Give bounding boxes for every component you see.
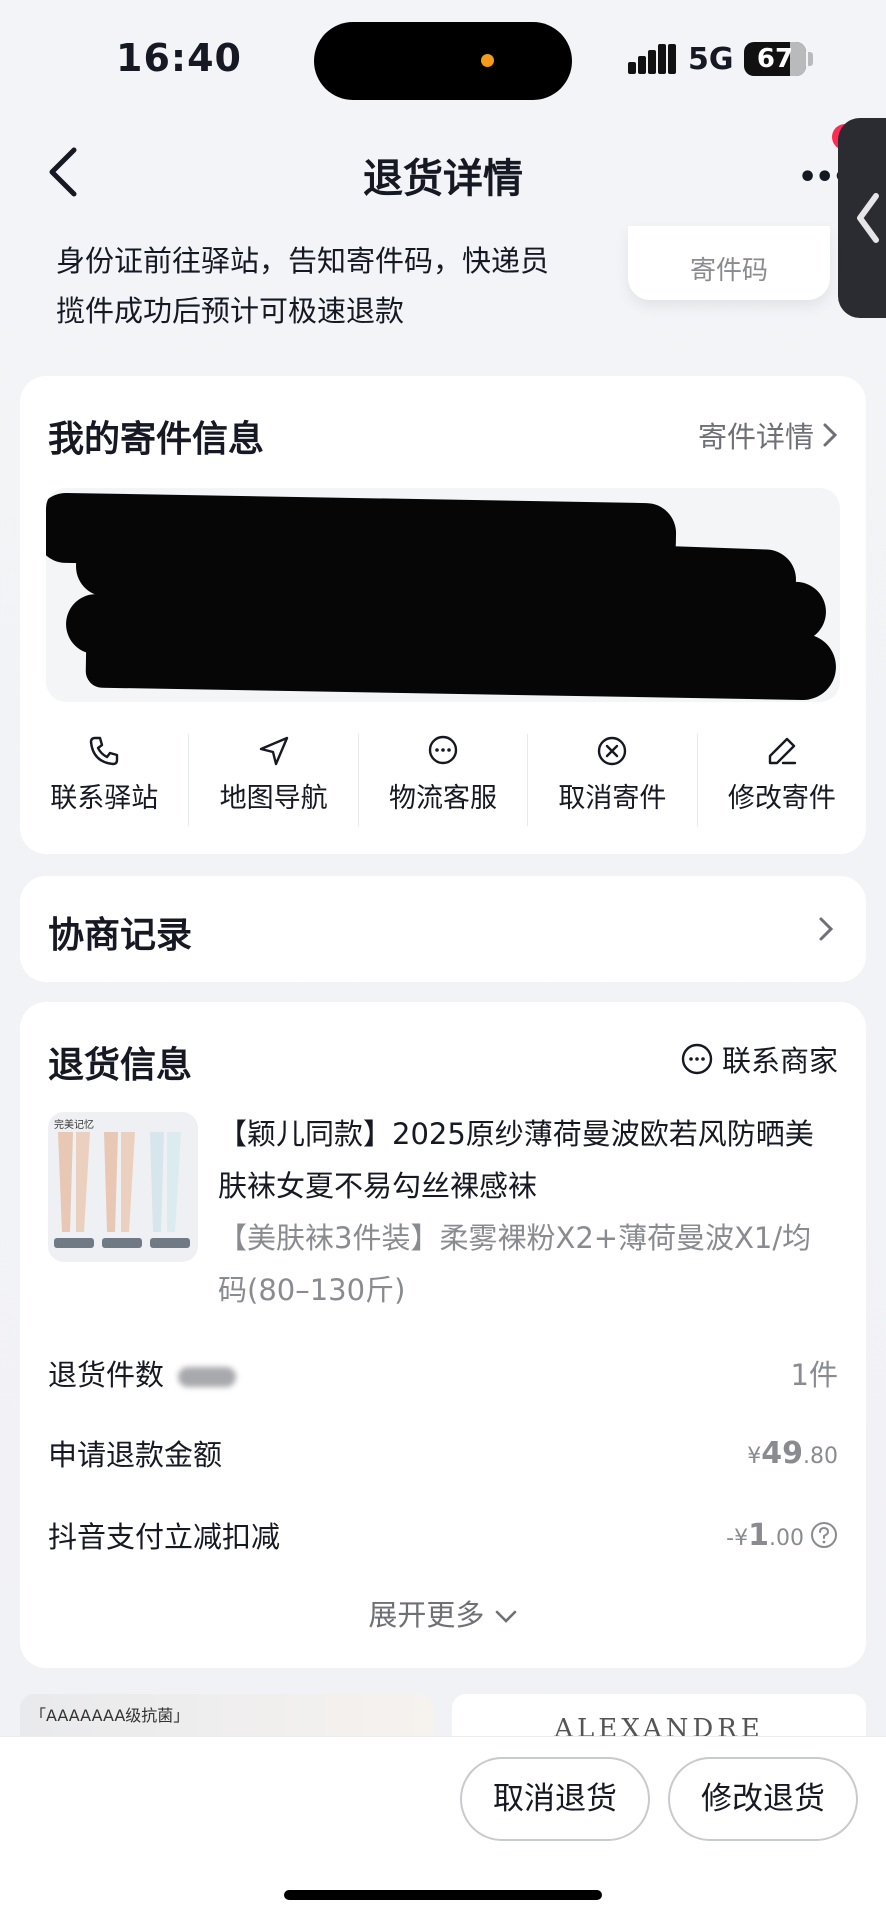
help-question-icon[interactable] bbox=[810, 1521, 838, 1549]
ad-left-text: 「AAAAAAA级抗菌」 bbox=[30, 1706, 190, 1725]
dynamic-island bbox=[314, 22, 572, 100]
side-collapse-tab[interactable] bbox=[838, 118, 886, 318]
shipping-info-title: 我的寄件信息 bbox=[48, 419, 265, 460]
pickup-notice-text: 身份证前往驿站，告知寄件码，快递员 揽件成功后预计可极速退款 bbox=[56, 236, 549, 336]
refund-amount-row: 申请退款金额 ¥49.80 bbox=[48, 1432, 838, 1474]
network-label: 5G bbox=[688, 42, 734, 77]
refund-amount-integer: 49 bbox=[761, 1435, 803, 1471]
payment-discount-value: -¥1.00 bbox=[726, 1518, 838, 1553]
chat-icon bbox=[428, 735, 458, 765]
return-quantity-value: 1件 bbox=[790, 1358, 838, 1392]
status-time: 16:40 bbox=[116, 36, 242, 80]
payment-discount-row: 抖音支付立减扣减 -¥1.00 bbox=[48, 1514, 838, 1556]
privacy-indicator-dot bbox=[481, 54, 494, 67]
pickup-code-button[interactable]: 寄件码 bbox=[628, 226, 830, 300]
return-quantity-row: 退货件数 1件 bbox=[48, 1352, 838, 1394]
pickup-notice-line2: 揽件成功后预计可极速退款 bbox=[56, 294, 405, 328]
action-logistics-service[interactable]: 物流客服 bbox=[357, 734, 527, 826]
product-image-brand: 完美记忆 bbox=[54, 1120, 94, 1131]
product-thumbnail[interactable]: 完美记忆 bbox=[48, 1112, 198, 1262]
action-edit-shipment[interactable]: 修改寄件 bbox=[696, 734, 866, 826]
return-info-title: 退货信息 bbox=[48, 1045, 193, 1086]
redacted-address-block bbox=[46, 488, 840, 702]
chat-icon bbox=[681, 1043, 713, 1075]
shipping-info-card: 我的寄件信息 寄件详情 联系驿站 地图导航 物流客服 取消寄件 修改寄件 bbox=[20, 376, 866, 854]
action-logistics-service-label: 物流客服 bbox=[389, 783, 498, 814]
product-sku: 【美肤袜3件装】柔雾裸粉X2+薄荷曼波X1/均码(80–130斤) bbox=[218, 1221, 812, 1307]
payment-discount-currency: ¥ bbox=[734, 1525, 749, 1551]
modify-return-button[interactable]: 修改退货 bbox=[668, 1757, 858, 1841]
refund-amount-value: ¥49.80 bbox=[747, 1436, 838, 1471]
shipping-detail-link[interactable]: 寄件详情 bbox=[698, 414, 838, 456]
action-map-navigation[interactable]: 地图导航 bbox=[188, 734, 357, 826]
chevron-right-icon bbox=[823, 423, 838, 447]
redacted-chip bbox=[178, 1367, 237, 1387]
pickup-notice-line1: 身份证前往驿站，告知寄件码，快递员 bbox=[56, 244, 550, 278]
contact-merchant-button[interactable]: 联系商家 bbox=[680, 1038, 838, 1080]
chevron-left-icon bbox=[857, 193, 879, 243]
action-edit-shipment-label: 修改寄件 bbox=[727, 783, 836, 814]
battery-tip bbox=[808, 52, 813, 66]
phone-icon bbox=[90, 736, 119, 766]
page-title: 退货详情 bbox=[363, 156, 523, 202]
action-cancel-shipment-label: 取消寄件 bbox=[558, 783, 667, 814]
return-quantity-label: 退货件数 bbox=[48, 1358, 165, 1392]
battery-level: 67 bbox=[756, 44, 794, 74]
refund-amount-label: 申请退款金额 bbox=[48, 1438, 223, 1472]
action-map-navigation-label: 地图导航 bbox=[219, 783, 328, 814]
chevron-down-icon bbox=[495, 1610, 516, 1623]
action-cancel-shipment[interactable]: 取消寄件 bbox=[527, 734, 696, 826]
back-arrow-icon[interactable] bbox=[44, 146, 84, 198]
refund-amount-currency: ¥ bbox=[747, 1443, 762, 1469]
product-title[interactable]: 【颖儿同款】2025原纱薄荷曼波欧若风防晒美肤袜女夏不易勾丝裸感袜 bbox=[218, 1108, 838, 1212]
action-contact-station-label: 联系驿站 bbox=[50, 783, 159, 814]
payment-discount-prefix: - bbox=[726, 1525, 735, 1551]
cancel-return-button[interactable]: 取消退货 bbox=[460, 1757, 650, 1841]
battery-icon: 67 bbox=[744, 42, 806, 76]
return-info-card: 退货信息 联系商家 完美记忆 【颖儿同款】2025原纱薄荷曼波欧若风防晒美肤袜女… bbox=[20, 1002, 866, 1668]
stockings-illustration bbox=[54, 1132, 190, 1248]
payment-discount-integer: 1 bbox=[748, 1517, 769, 1553]
navigation-icon bbox=[259, 736, 288, 766]
payment-discount-label: 抖音支付立减扣减 bbox=[48, 1520, 281, 1554]
cancel-circle-icon bbox=[598, 736, 627, 766]
chevron-right-icon bbox=[819, 917, 834, 941]
expand-more-label: 展开更多 bbox=[368, 1598, 485, 1632]
negotiation-record-row[interactable]: 协商记录 bbox=[20, 876, 866, 982]
shipping-detail-label: 寄件详情 bbox=[697, 420, 814, 454]
refund-amount-decimal: .80 bbox=[803, 1443, 838, 1469]
expand-more-button[interactable]: 展开更多 bbox=[20, 1592, 866, 1634]
payment-discount-decimal: .00 bbox=[769, 1525, 804, 1551]
edit-icon bbox=[768, 737, 797, 765]
action-contact-station[interactable]: 联系驿站 bbox=[20, 734, 188, 826]
contact-merchant-label: 联系商家 bbox=[721, 1044, 838, 1078]
shipping-actions: 联系驿站 地图导航 物流客服 取消寄件 修改寄件 bbox=[20, 734, 866, 826]
signal-icon bbox=[628, 44, 676, 74]
negotiation-title: 协商记录 bbox=[48, 915, 193, 956]
home-indicator[interactable] bbox=[284, 1890, 602, 1900]
